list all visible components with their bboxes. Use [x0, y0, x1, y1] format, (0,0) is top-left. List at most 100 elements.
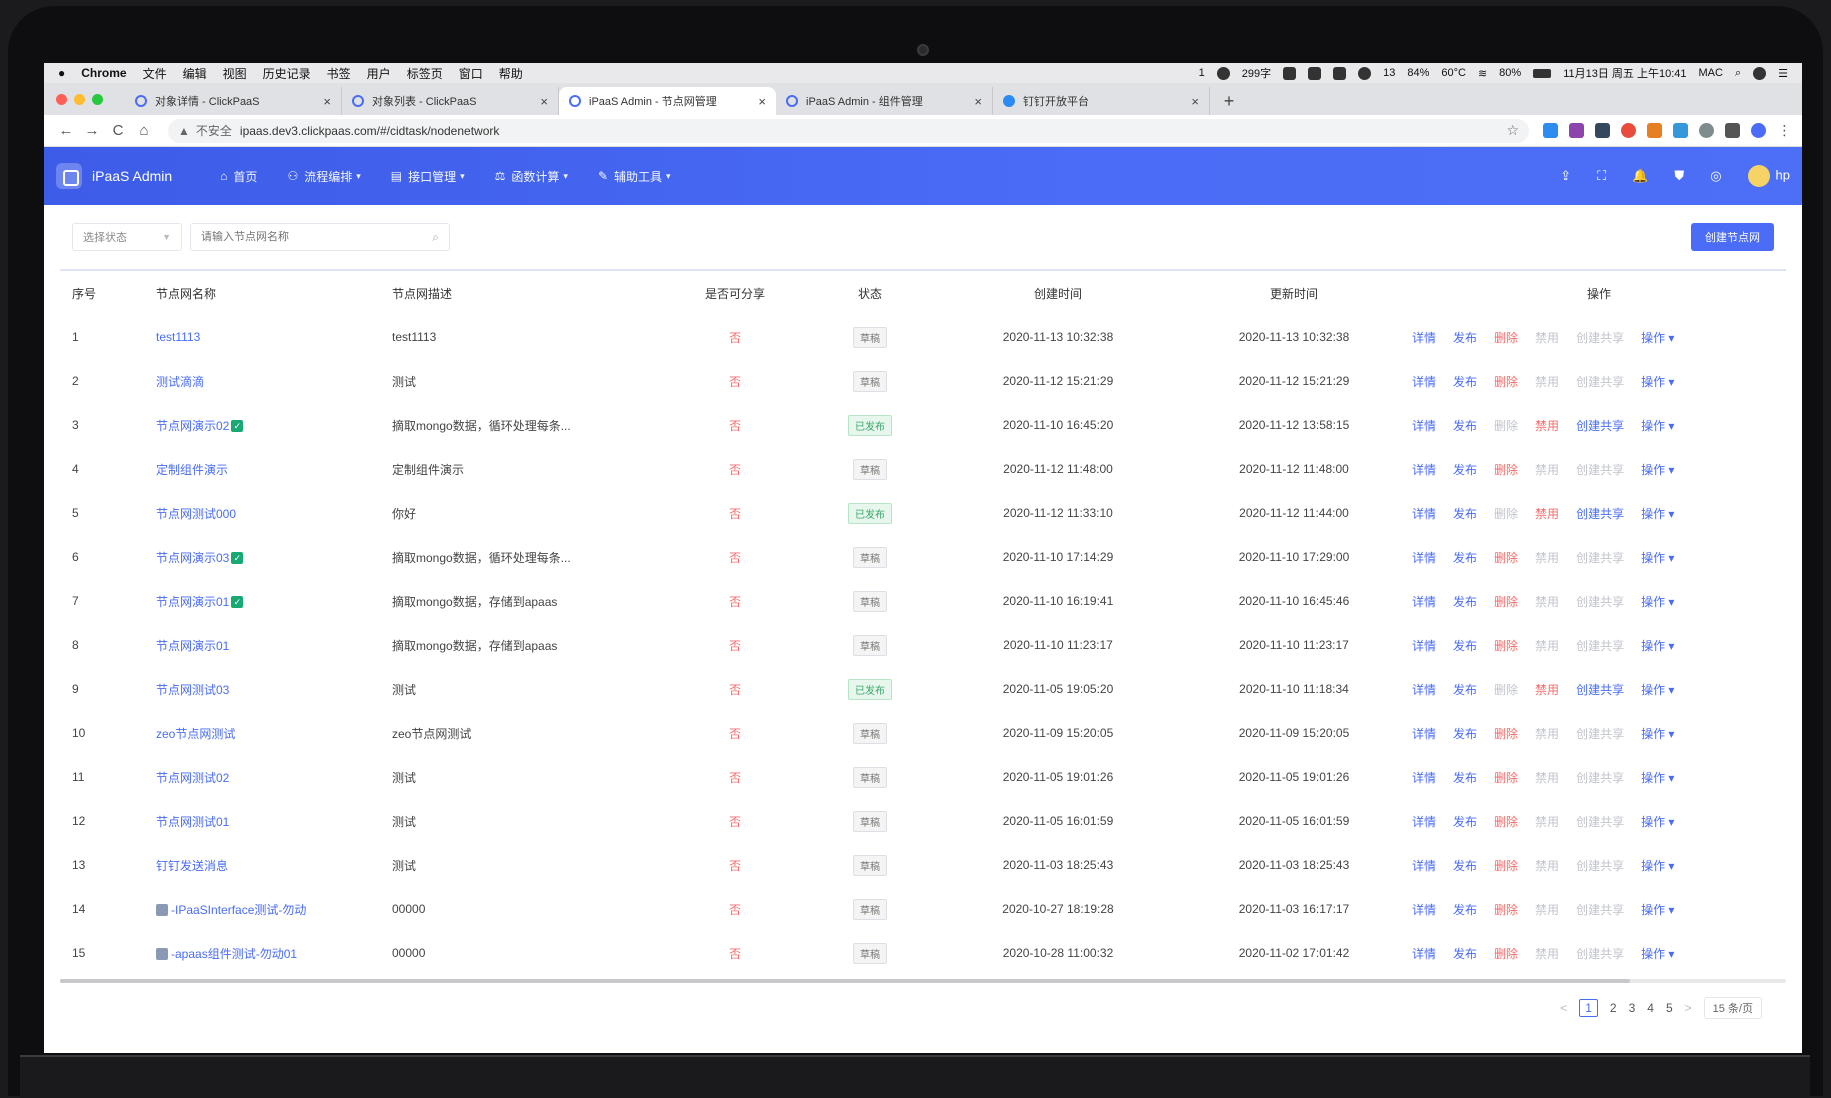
warning-icon[interactable]: ▲	[178, 124, 190, 138]
create-share-link[interactable]: 创建共享	[1576, 595, 1624, 609]
create-share-link[interactable]: 创建共享	[1576, 375, 1624, 389]
menubar-app-icon[interactable]	[1283, 66, 1297, 80]
node-network-name-link[interactable]: 节点网测试000	[156, 507, 236, 521]
detail-link[interactable]: 详情	[1412, 375, 1436, 389]
menu-help[interactable]: 帮助	[499, 65, 523, 82]
create-share-link[interactable]: 创建共享	[1576, 507, 1624, 521]
extension-icon[interactable]	[1569, 123, 1584, 138]
create-share-link[interactable]: 创建共享	[1576, 903, 1624, 917]
bookmark-star-icon[interactable]: ☆	[1506, 122, 1519, 139]
siri-icon[interactable]	[1753, 66, 1767, 80]
create-share-link[interactable]: 创建共享	[1576, 947, 1624, 961]
user-menu[interactable]: hp	[1747, 165, 1790, 187]
more-operations-dropdown[interactable]: 操作 ▾	[1641, 903, 1674, 917]
bell-icon[interactable]: 🔔	[1632, 168, 1648, 184]
menu-view[interactable]: 视图	[223, 65, 247, 82]
battery-icon[interactable]	[1533, 68, 1552, 78]
node-network-name-link[interactable]: 节点网测试01	[156, 815, 229, 829]
delete-link[interactable]: 删除	[1494, 463, 1518, 477]
publish-link[interactable]: 发布	[1453, 903, 1477, 917]
delete-link[interactable]: 删除	[1494, 771, 1518, 785]
detail-link[interactable]: 详情	[1412, 507, 1436, 521]
create-share-link[interactable]: 创建共享	[1576, 815, 1624, 829]
delete-link[interactable]: 删除	[1494, 683, 1518, 697]
disable-link[interactable]: 禁用	[1535, 859, 1559, 873]
status-select[interactable]: 选择状态 ▼	[72, 223, 182, 251]
node-network-name-link[interactable]: 节点网测试02	[156, 771, 229, 785]
disable-link[interactable]: 禁用	[1535, 771, 1559, 785]
create-share-link[interactable]: 创建共享	[1576, 331, 1624, 345]
delete-link[interactable]: 删除	[1494, 551, 1518, 565]
disable-link[interactable]: 禁用	[1535, 815, 1559, 829]
delete-link[interactable]: 删除	[1494, 331, 1518, 345]
publish-link[interactable]: 发布	[1453, 859, 1477, 873]
publish-link[interactable]: 发布	[1453, 947, 1477, 961]
extension-icon[interactable]	[1647, 123, 1662, 138]
node-network-name-link[interactable]: 节点网演示02	[156, 419, 229, 433]
status-datetime[interactable]: 11月13日 周五 上午10:41	[1563, 65, 1686, 81]
address-bar[interactable]: ▲ 不安全 ipaas.dev3.clickpaas.com/#/cidtask…	[168, 118, 1529, 143]
publish-link[interactable]: 发布	[1453, 595, 1477, 609]
delete-link[interactable]: 删除	[1494, 727, 1518, 741]
next-page-button[interactable]: >	[1685, 1001, 1692, 1015]
disable-link[interactable]: 禁用	[1535, 419, 1559, 433]
page-4[interactable]: 4	[1647, 1001, 1654, 1015]
globe-icon[interactable]: ◎	[1710, 168, 1721, 184]
page-5[interactable]: 5	[1666, 1001, 1673, 1015]
page-1[interactable]: 1	[1579, 999, 1598, 1017]
delete-link[interactable]: 删除	[1494, 639, 1518, 653]
more-operations-dropdown[interactable]: 操作 ▾	[1641, 331, 1674, 345]
more-operations-dropdown[interactable]: 操作 ▾	[1641, 771, 1674, 785]
puzzle-extensions-icon[interactable]	[1725, 123, 1740, 138]
disable-link[interactable]: 禁用	[1535, 375, 1559, 389]
app-brand[interactable]: iPaaS Admin	[92, 168, 172, 184]
more-operations-dropdown[interactable]: 操作 ▾	[1641, 375, 1674, 389]
url-text[interactable]: ipaas.dev3.clickpaas.com/#/cidtask/noden…	[240, 124, 499, 138]
more-operations-dropdown[interactable]: 操作 ▾	[1641, 947, 1674, 961]
more-operations-dropdown[interactable]: 操作 ▾	[1641, 463, 1674, 477]
new-tab-button[interactable]: +	[1216, 87, 1242, 115]
node-network-name-link[interactable]: zeo节点网测试	[156, 727, 235, 741]
wechat-icon[interactable]	[1358, 66, 1372, 80]
menubar-app-icon[interactable]	[1333, 66, 1347, 80]
more-operations-dropdown[interactable]: 操作 ▾	[1641, 639, 1674, 653]
prev-page-button[interactable]: <	[1560, 1001, 1567, 1015]
create-share-link[interactable]: 创建共享	[1576, 551, 1624, 565]
detail-link[interactable]: 详情	[1412, 419, 1436, 433]
forward-button[interactable]: →	[80, 122, 104, 139]
home-button[interactable]: ⌂	[132, 122, 156, 139]
browser-tab[interactable]: iPaaS Admin - 组件管理 ×	[776, 87, 993, 115]
spotlight-search-icon[interactable]: ⌕	[1735, 67, 1741, 80]
publish-link[interactable]: 发布	[1453, 771, 1477, 785]
node-network-name-link[interactable]: 钉钉发送消息	[156, 859, 228, 873]
menu-tab[interactable]: 标签页	[407, 65, 443, 82]
delete-link[interactable]: 删除	[1494, 859, 1518, 873]
browser-tab[interactable]: 对象列表 - ClickPaaS ×	[342, 87, 559, 115]
disable-link[interactable]: 禁用	[1535, 551, 1559, 565]
disable-link[interactable]: 禁用	[1535, 331, 1559, 345]
create-share-link[interactable]: 创建共享	[1576, 727, 1624, 741]
disable-link[interactable]: 禁用	[1535, 463, 1559, 477]
node-network-name-link[interactable]: 节点网演示03	[156, 551, 229, 565]
detail-link[interactable]: 详情	[1412, 463, 1436, 477]
delete-link[interactable]: 删除	[1494, 375, 1518, 389]
menu-file[interactable]: 文件	[143, 65, 167, 82]
node-network-name-link[interactable]: 测试滴滴	[156, 375, 204, 389]
delete-link[interactable]: 删除	[1494, 419, 1518, 433]
create-share-link[interactable]: 创建共享	[1576, 463, 1624, 477]
publish-link[interactable]: 发布	[1453, 551, 1477, 565]
publish-link[interactable]: 发布	[1453, 683, 1477, 697]
disable-link[interactable]: 禁用	[1535, 595, 1559, 609]
close-tab-icon[interactable]: ×	[974, 94, 982, 109]
close-window-button[interactable]	[56, 93, 67, 105]
search-icon[interactable]: ⌕	[432, 230, 439, 245]
more-operations-dropdown[interactable]: 操作 ▾	[1641, 683, 1674, 697]
wifi-icon[interactable]: ≋	[1478, 67, 1487, 80]
menu-bookmarks[interactable]: 书签	[327, 65, 351, 82]
profile-avatar-icon[interactable]	[1751, 123, 1766, 138]
publish-link[interactable]: 发布	[1453, 375, 1477, 389]
disable-link[interactable]: 禁用	[1535, 639, 1559, 653]
detail-link[interactable]: 详情	[1412, 683, 1436, 697]
upload-status-icon[interactable]	[1216, 66, 1230, 80]
apple-icon[interactable]: ●	[58, 66, 65, 80]
